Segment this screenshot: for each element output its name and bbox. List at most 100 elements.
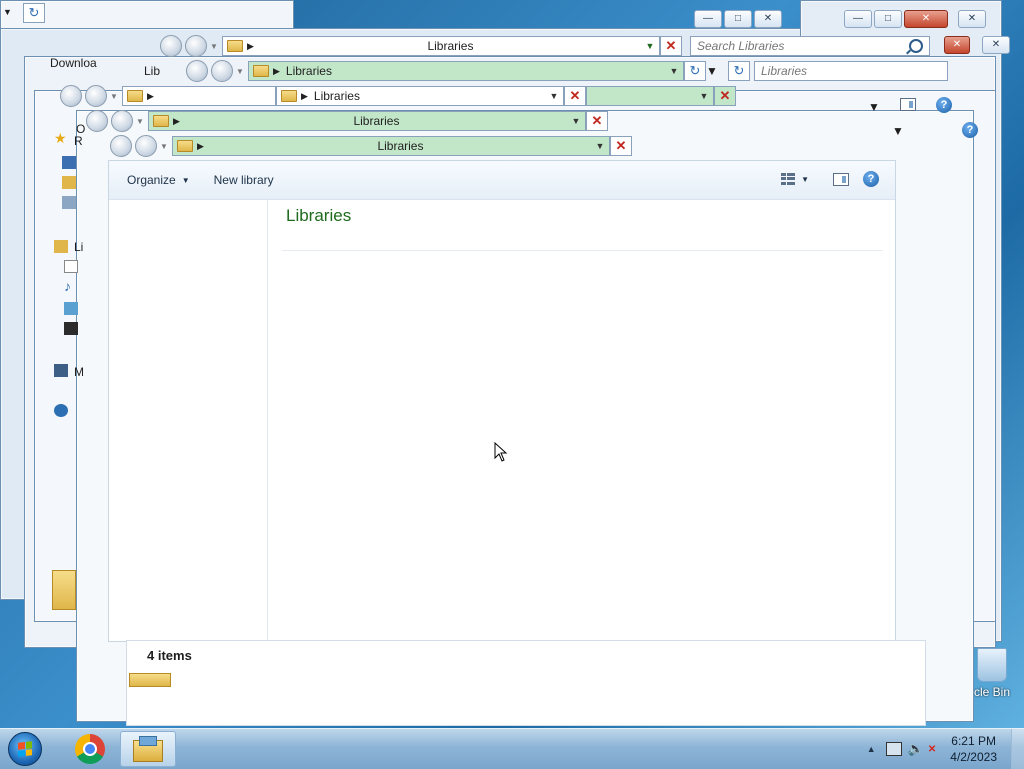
address-dropdown-6[interactable]: ▼: [567, 116, 585, 126]
clock[interactable]: 6:21 PM 4/2/2023: [950, 733, 997, 765]
back-button[interactable]: [160, 35, 182, 57]
network-tray-icon[interactable]: [885, 742, 902, 756]
folder-icon: [227, 40, 243, 52]
ghost-r-label: R: [74, 134, 83, 148]
address-text-2: Libraries: [285, 64, 332, 78]
search-placeholder-2: Libraries: [761, 64, 808, 78]
forward-button[interactable]: [185, 35, 207, 57]
favorites-star-icon: ★: [54, 130, 67, 146]
forward-button-2[interactable]: [211, 60, 233, 82]
stop-button-3[interactable]: ✕: [564, 86, 586, 106]
back-button-2[interactable]: [186, 60, 208, 82]
address-bar-4[interactable]: ▶ Libraries ▼: [276, 86, 564, 106]
close-button-2[interactable]: ✕: [904, 10, 948, 28]
refresh-button[interactable]: ↻: [23, 3, 45, 23]
address-dropdown-7[interactable]: ▼: [591, 141, 609, 151]
ghost-downloads-label: Downloa: [50, 56, 97, 70]
maximize-button-2[interactable]: □: [874, 10, 902, 28]
search-icon[interactable]: [909, 39, 923, 53]
chrome-icon: [75, 734, 105, 764]
navigation-pane[interactable]: [109, 200, 268, 641]
libraries-folder-icon: [54, 240, 68, 253]
breadcrumb-arrow-icon-4[interactable]: ▶: [301, 91, 308, 102]
close-button-5[interactable]: ✕: [944, 36, 970, 54]
breadcrumb-arrow-icon-3[interactable]: ▶: [147, 91, 154, 102]
minimize-button[interactable]: —: [694, 10, 722, 28]
show-desktop-button[interactable]: [1011, 729, 1024, 769]
computer-icon: [54, 364, 68, 377]
chevron-down-icon-3[interactable]: ▼: [892, 124, 904, 138]
recent-pages-dropdown-3[interactable]: ▼: [110, 92, 118, 101]
refresh-button-3[interactable]: ↻: [728, 61, 750, 81]
recycle-bin-glyph: [977, 648, 1007, 682]
ghost-caption-buttons-1: — □ ✕: [694, 10, 782, 28]
breadcrumb-arrow-icon-2[interactable]: ▶: [273, 66, 280, 77]
forward-button-3[interactable]: [85, 85, 107, 107]
stop-button-6[interactable]: ✕: [586, 111, 608, 131]
recent-pages-dropdown-5[interactable]: ▼: [160, 142, 168, 151]
address-dropdown[interactable]: ▼: [641, 41, 659, 51]
preview-pane-button[interactable]: [833, 172, 849, 186]
taskbar: ▲ 🔈 ✕ 6:21 PM 4/2/2023: [0, 728, 1024, 769]
address-row-2: ▼ ▶ Libraries ▼ ↻ ▼ ↻ Libraries: [186, 60, 948, 82]
close-button-3[interactable]: ✕: [958, 10, 986, 28]
address-bar-3[interactable]: ▶: [122, 86, 276, 106]
maximize-button[interactable]: □: [724, 10, 752, 28]
breadcrumb-arrow-icon[interactable]: ▶: [247, 41, 254, 52]
folder-icon-2: [253, 65, 269, 77]
address-dropdown-2[interactable]: ▼: [665, 66, 683, 76]
help-icon-2[interactable]: ?: [962, 122, 978, 138]
change-view-button[interactable]: ▼: [781, 173, 809, 185]
file-list-pane[interactable]: Libraries: [268, 200, 895, 641]
address-dropdown-3[interactable]: ▼: [706, 64, 728, 78]
new-library-button[interactable]: New library: [208, 173, 280, 187]
search-input-2[interactable]: Libraries: [754, 61, 948, 81]
item-count: 4 items: [147, 648, 192, 663]
system-tray: ▲ 🔈 ✕ 6:21 PM 4/2/2023: [867, 729, 1024, 769]
title-divider: [282, 250, 883, 251]
views-icon: [781, 173, 796, 185]
minimize-button-2[interactable]: —: [844, 10, 872, 28]
address-text-6: Libraries: [353, 114, 400, 128]
taskbar-chrome-button[interactable]: [62, 731, 118, 767]
help-button[interactable]: ?: [863, 171, 879, 187]
address-bar-6[interactable]: ▶ Libraries ▼: [148, 111, 586, 131]
organize-button[interactable]: Organize ▼: [121, 173, 196, 187]
help-icon[interactable]: ?: [936, 97, 952, 113]
address-dropdown-5[interactable]: ▼: [695, 91, 713, 101]
forward-button-5[interactable]: [135, 135, 157, 157]
show-hidden-icons-button[interactable]: ▲: [867, 744, 876, 754]
taskbar-explorer-button[interactable]: [120, 731, 176, 767]
start-button[interactable]: [8, 732, 42, 766]
back-button-4[interactable]: [86, 110, 108, 132]
address-bar-7[interactable]: ▶ Libraries ▼: [172, 136, 610, 156]
stop-button[interactable]: ✕: [660, 36, 682, 56]
volume-icon[interactable]: 🔈: [908, 741, 924, 757]
close-button-4[interactable]: ✕: [982, 36, 1010, 54]
back-button-3[interactable]: [60, 85, 82, 107]
address-text: Libraries: [427, 39, 474, 53]
recent-pages-dropdown-2[interactable]: ▼: [236, 67, 244, 76]
ghost-library-large-icon: [52, 570, 76, 610]
music-icon: ♪: [64, 278, 71, 294]
recent-pages-dropdown-4[interactable]: ▼: [136, 117, 144, 126]
ghost-lib-label: Lib: [144, 64, 161, 78]
breadcrumb-arrow-icon-7[interactable]: ▶: [197, 141, 204, 152]
forward-button-4[interactable]: [111, 110, 133, 132]
search-input[interactable]: Search Libraries: [690, 36, 930, 56]
recent-pages-dropdown[interactable]: ▼: [210, 42, 218, 51]
preview-pane-icon[interactable]: [900, 98, 916, 111]
breadcrumb-arrow-icon-6[interactable]: ▶: [173, 116, 180, 127]
address-dropdown-4[interactable]: ▼: [545, 91, 563, 101]
address-bar[interactable]: ▶ Libraries ▼: [222, 36, 660, 56]
chevron-down-icon-2[interactable]: ▼: [868, 100, 880, 114]
address-bar-5[interactable]: ▼: [586, 86, 714, 106]
refresh-button-2[interactable]: ↻: [684, 61, 706, 81]
stop-button-7[interactable]: ✕: [610, 136, 632, 156]
address-bar-2[interactable]: ▶ Libraries ▼: [248, 61, 684, 81]
new-library-label: New library: [213, 173, 274, 187]
stop-button-4[interactable]: ✕: [714, 86, 736, 106]
close-button[interactable]: ✕: [754, 10, 782, 28]
back-button-5[interactable]: [110, 135, 132, 157]
network-icon: [54, 404, 68, 417]
